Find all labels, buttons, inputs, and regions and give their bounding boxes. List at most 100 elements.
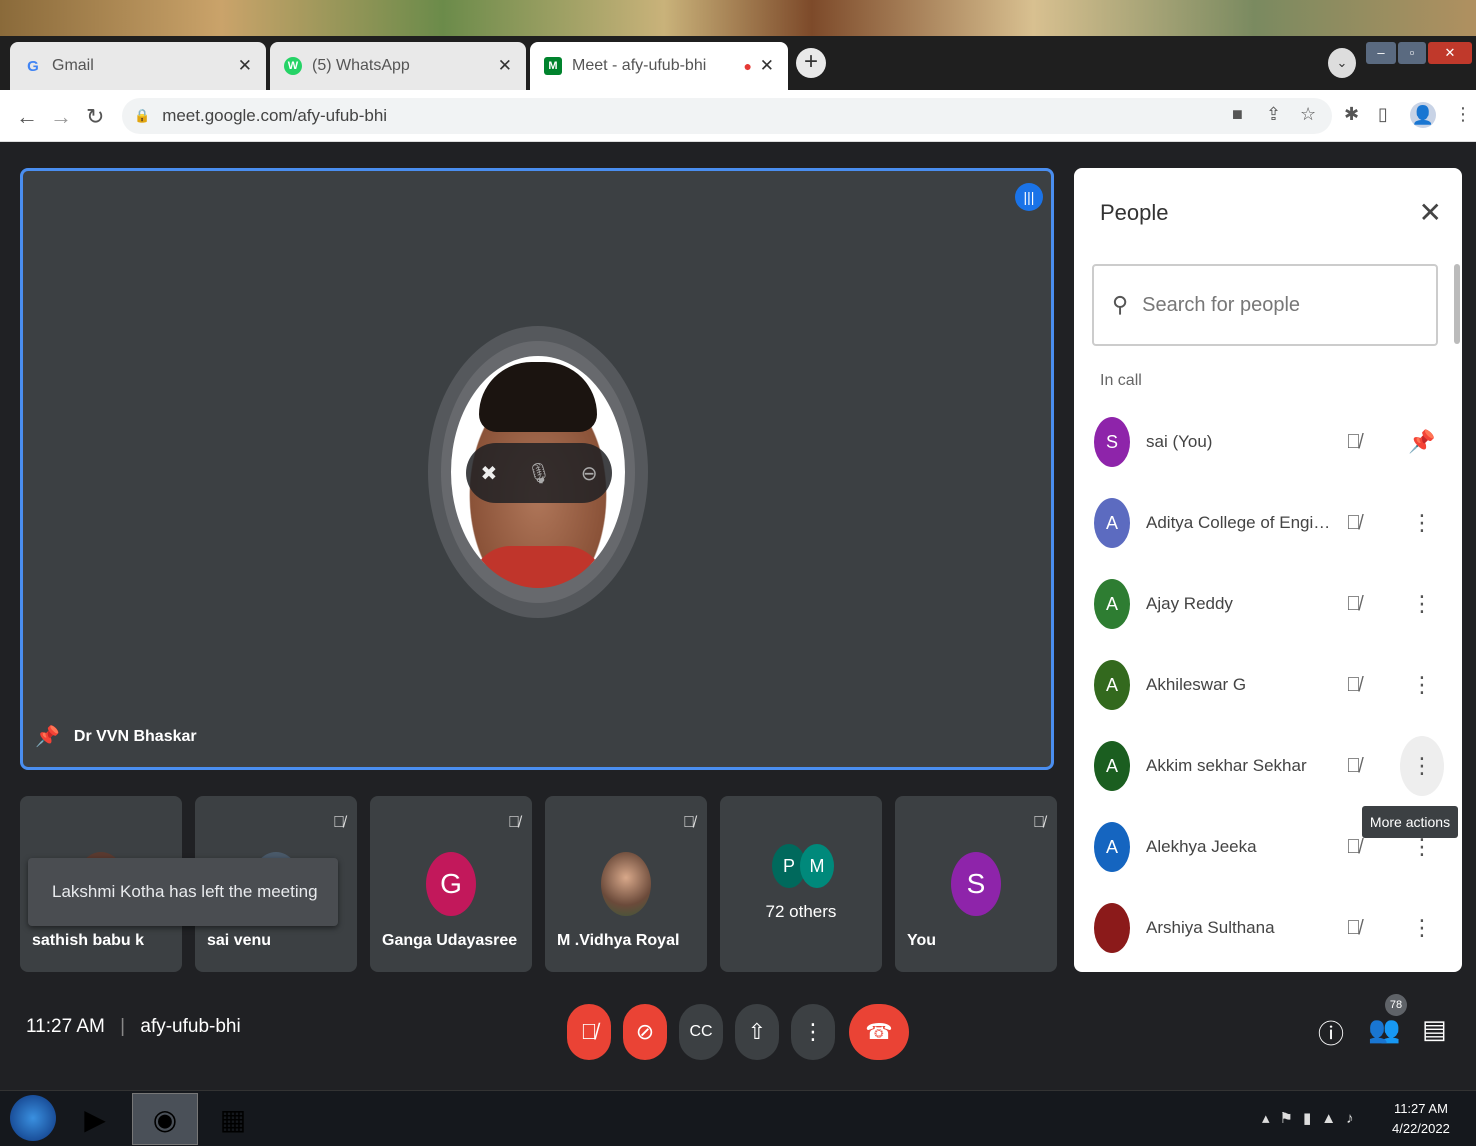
list-item[interactable]: A Akkim sekhar Sekhar 🎙̸ ⋮ [1094, 736, 1444, 796]
tab-meet[interactable]: M Meet - afy-ufub-bhi ● ✕ [530, 42, 788, 90]
system-tray: ▴⚑▮▲♪ [1262, 1110, 1364, 1127]
gmail-icon: G [27, 57, 39, 75]
list-item[interactable]: A Ajay Reddy 🎙̸ ⋮ [1094, 574, 1434, 634]
meeting-time: 11:27 AM [26, 1016, 105, 1037]
tab-whatsapp[interactable]: W (5) WhatsApp ✕ [270, 42, 526, 90]
more-actions-icon[interactable]: ⋮ [1400, 493, 1444, 553]
main-video-stage[interactable]: ||| ✖ 🎙 ⊖ 📌 Dr VVN Bhaskar [20, 168, 1054, 770]
close-icon[interactable]: ✕ [238, 56, 252, 76]
back-icon[interactable]: ← [16, 104, 38, 130]
participant-avatar-photo [601, 852, 651, 916]
participant-avatar: A [1094, 741, 1130, 791]
profile-icon[interactable]: 👤 [1410, 102, 1436, 128]
more-actions-icon[interactable]: ⋮ [1400, 736, 1444, 796]
mic-icon[interactable]: 🎙 [526, 461, 551, 486]
participant-name: Arshiya Sulthana [1146, 918, 1275, 937]
participant-tile[interactable]: G 🎙̸ Ganga Udayasree [370, 796, 532, 972]
participant-name: You [907, 932, 937, 949]
whatsapp-icon: W [284, 57, 302, 75]
side-panel-icon[interactable]: ▯ [1378, 104, 1388, 125]
camera-icon[interactable]: ■ [1232, 104, 1243, 125]
mic-off-button[interactable]: 🎙̸ [567, 1004, 611, 1060]
leave-call-button[interactable]: ☎ [849, 1004, 909, 1060]
scrollbar[interactable] [1454, 264, 1460, 344]
search-icon: ⚲ [1112, 292, 1129, 317]
participant-avatar: A [1094, 498, 1130, 548]
camera-off-button[interactable]: ⊘ [623, 1004, 667, 1060]
url-text: meet.google.com/afy-ufub-bhi [162, 106, 388, 125]
close-icon[interactable]: ✕ [498, 56, 512, 76]
taskbar-time: 11:27 AM [1393, 1101, 1448, 1116]
new-tab-button[interactable]: + [796, 48, 826, 78]
participant-tile[interactable]: 🎙̸ M .Vidhya Royal [545, 796, 707, 972]
search-input[interactable]: ⚲ Search for people [1092, 264, 1438, 346]
list-item[interactable]: S sai (You) 🎙̸ 📌 [1094, 412, 1436, 472]
people-icon[interactable]: 👥 [1368, 1014, 1400, 1045]
maximize-button[interactable]: ▫ [1398, 42, 1426, 64]
participant-avatar: A [1094, 579, 1130, 629]
more-options-button[interactable]: ⋮ [791, 1004, 835, 1060]
list-item[interactable]: A Akhileswar G 🎙̸ ⋮ [1094, 655, 1434, 715]
muted-mic-icon: 🎙̸ [683, 814, 695, 831]
muted-mic-icon: 🎙̸ [1346, 511, 1361, 534]
muted-mic-icon: 🎙̸ [1346, 592, 1361, 615]
tab-gmail[interactable]: G Gmail ✕ [10, 42, 266, 90]
others-tile[interactable]: P M 72 others [720, 796, 882, 972]
others-count: 72 others [765, 902, 837, 921]
taskbar-clock[interactable]: 11:27 AM 4/22/2022 [1392, 1099, 1450, 1139]
captions-button[interactable]: CC [679, 1004, 723, 1060]
present-button[interactable]: ⇧ [735, 1004, 779, 1060]
muted-mic-icon: 🎙̸ [1346, 673, 1361, 696]
separator: | [120, 1016, 126, 1037]
list-item[interactable]: Arshiya Sulthana 🎙̸ ⋮ [1094, 898, 1434, 958]
browser-menu-icon[interactable]: ⋮ [1454, 104, 1472, 125]
unpin-icon[interactable]: ✖ [481, 461, 498, 486]
meeting-info: 11:27 AM | afy-ufub-bhi [26, 1016, 241, 1038]
section-label: In call [1100, 372, 1142, 389]
more-actions-icon[interactable]: ⋮ [1400, 574, 1444, 634]
more-actions-icon[interactable]: ⋮ [1400, 655, 1444, 715]
people-panel: People ✕ ⚲ Search for people In call S s… [1074, 168, 1462, 972]
forward-icon[interactable]: → [50, 104, 72, 130]
close-icon[interactable]: ✕ [1419, 196, 1442, 229]
taskbar-date: 4/22/2022 [1392, 1121, 1450, 1136]
more-actions-icon[interactable]: ⋮ [1400, 898, 1444, 958]
participant-name: Ajay Reddy [1146, 594, 1233, 613]
muted-mic-icon: 🎙̸ [1346, 835, 1361, 858]
start-button[interactable] [10, 1095, 56, 1141]
participant-avatar: S [1094, 417, 1130, 467]
speaker-name-label: 📌 Dr VVN Bhaskar [35, 724, 197, 749]
participant-name: sathish babu k [32, 932, 145, 949]
panel-title: People [1100, 200, 1169, 225]
share-icon[interactable]: ⇪ [1266, 104, 1281, 125]
extensions-icon[interactable]: ✱ [1344, 104, 1359, 125]
address-bar[interactable]: 🔒 meet.google.com/afy-ufub-bhi [122, 98, 1332, 134]
tab-search-icon[interactable]: ⌄ [1328, 48, 1356, 78]
chat-icon[interactable]: ▤ [1422, 1014, 1447, 1045]
close-icon[interactable]: ✕ [760, 56, 774, 76]
tab-title: Meet - afy-ufub-bhi [572, 57, 707, 74]
pin-icon[interactable]: 📌 [1400, 412, 1444, 472]
self-tile[interactable]: S 🎙̸ You [895, 796, 1057, 972]
participant-name: Akkim sekhar Sekhar [1146, 756, 1307, 775]
os-taskbar: ▶ ◉ ▦ ▴⚑▮▲♪ 11:27 AM 4/22/2022 [0, 1090, 1476, 1146]
file-explorer-icon[interactable]: ▦ [200, 1093, 266, 1145]
tab-title: Gmail [52, 57, 94, 74]
desktop-wallpaper [0, 0, 1476, 36]
minimize-button[interactable]: – [1366, 42, 1396, 64]
remove-icon[interactable]: ⊖ [581, 461, 598, 486]
others-avatar: M [800, 844, 834, 888]
muted-mic-icon: 🎙̸ [1346, 916, 1361, 939]
avatar-hair [479, 362, 597, 432]
participant-name: sai (You) [1146, 432, 1213, 451]
media-player-icon[interactable]: ▶ [62, 1093, 128, 1145]
muted-mic-icon: 🎙̸ [333, 814, 345, 831]
window-close-button[interactable]: ✕ [1428, 42, 1472, 64]
list-item[interactable]: A Aditya College of Enginee... 🎙̸ ⋮ [1094, 493, 1434, 553]
muted-mic-icon: 🎙̸ [1033, 814, 1045, 831]
star-icon[interactable]: ☆ [1300, 104, 1316, 125]
notification-toast: Lakshmi Kotha has left the meeting [28, 858, 338, 926]
chrome-icon[interactable]: ◉ [132, 1093, 198, 1145]
reload-icon[interactable]: ↻ [86, 104, 104, 130]
info-icon[interactable]: ⓘ [1318, 1014, 1344, 1051]
